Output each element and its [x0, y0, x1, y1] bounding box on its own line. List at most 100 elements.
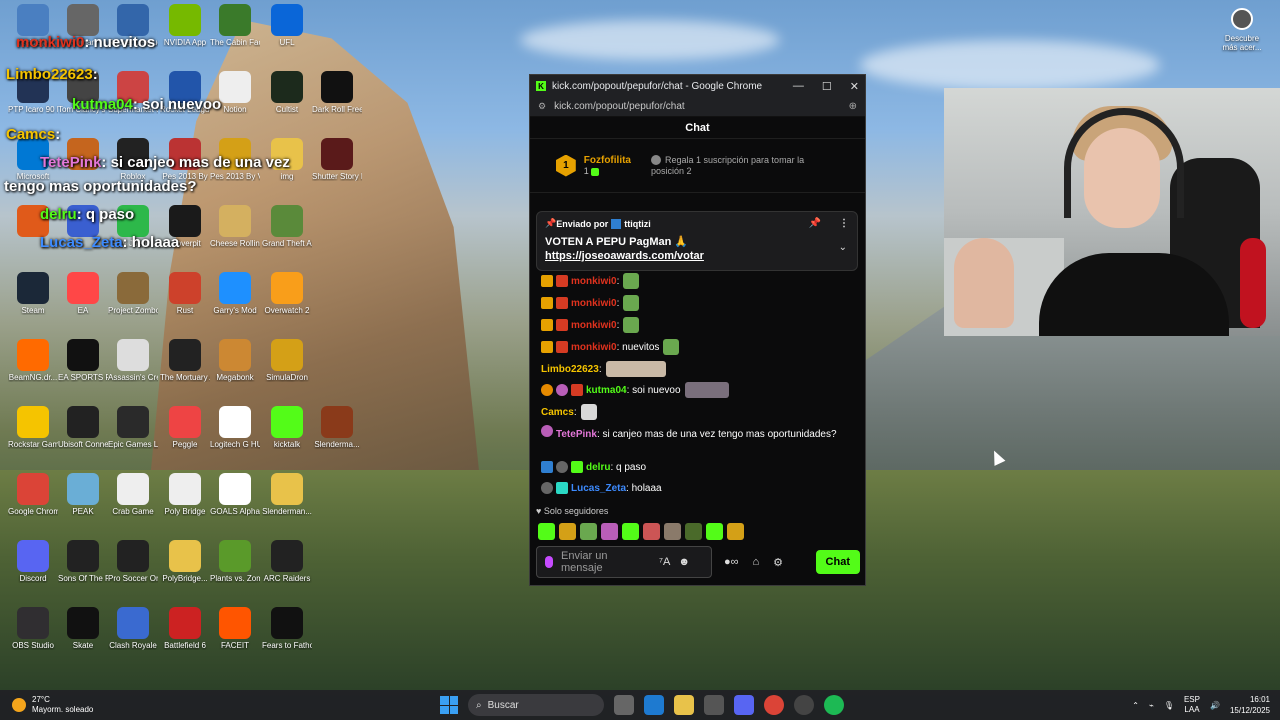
desktop-icon[interactable]: Google Chrome [8, 473, 58, 516]
leader-name[interactable]: Fozfofilita [584, 155, 631, 166]
desktop-icon[interactable]: Pro Soccer Online [108, 540, 158, 583]
volume-icon[interactable]: 🔊 [1210, 701, 1220, 710]
chrome-chat-window[interactable]: K kick.com/popout/pepufor/chat - Google … [529, 74, 866, 586]
window-titlebar[interactable]: K kick.com/popout/pepufor/chat - Google … [530, 75, 865, 97]
chat-username[interactable]: delru [586, 462, 610, 473]
desktop-icon[interactable]: Logitech G HUB [210, 406, 260, 449]
desktop-icon[interactable]: NVIDIA App [160, 4, 210, 47]
desktop-icon[interactable]: kicktalk [262, 406, 312, 449]
desktop-icon[interactable]: EA SPORTS FC 26 [58, 339, 108, 382]
discord-taskbar-icon[interactable] [734, 695, 754, 715]
desktop-icon[interactable]: Cheese Rolling [210, 205, 260, 248]
spotify-taskbar-icon[interactable] [824, 695, 844, 715]
quick-emote-row[interactable] [538, 523, 744, 540]
chat-message[interactable]: monkiwi0: [541, 317, 640, 333]
emote-button[interactable] [538, 523, 555, 540]
mic-tray-icon[interactable]: 🎙 [1164, 701, 1174, 710]
desktop-icon[interactable]: BeamNG.dr... [8, 339, 58, 382]
desktop-icon[interactable]: UFL [262, 4, 312, 47]
chat-message[interactable]: Limbo22623: [541, 361, 666, 377]
desktop-icon[interactable]: Epic Games Launcher [108, 406, 158, 449]
chat-username[interactable]: kutma04 [586, 385, 627, 396]
chat-message[interactable]: Lucas_Zeta: holaaa [541, 482, 662, 494]
minimize-button[interactable]: — [793, 80, 804, 93]
desktop-icon[interactable]: Cultist [262, 71, 312, 114]
chat-message[interactable]: delru: q paso [541, 461, 646, 473]
more-options-icon[interactable]: ⋮ [839, 218, 849, 229]
desktop-icon[interactable]: Garry's Mod [210, 272, 260, 315]
store-icon[interactable]: ⌂ [753, 556, 760, 569]
chat-message[interactable]: TetePink: si canjeo mas de una vez tengo… [541, 425, 841, 442]
pinned-message[interactable]: 📌 Enviado por ttiqtizi 📌 ⋮ VOTEN A PEPU … [536, 211, 858, 271]
chat-username[interactable]: monkiwi0 [571, 276, 617, 287]
emote-button[interactable] [580, 523, 597, 540]
start-button[interactable] [440, 696, 458, 714]
desktop-icon[interactable]: Grand Theft Auto V Ena... [262, 205, 312, 248]
chat-username[interactable]: monkiwi0 [571, 298, 617, 309]
desktop-icon[interactable]: Steam [8, 272, 58, 315]
desktop-icon[interactable]: ARC Raiders [262, 540, 312, 583]
close-button[interactable]: ✕ [850, 80, 859, 93]
chat-username[interactable]: monkiwi0 [571, 342, 617, 353]
desktop-icon[interactable]: Poly Bridge [160, 473, 210, 516]
desktop-icon[interactable]: FACEIT [210, 607, 260, 650]
unpin-icon[interactable]: 📌 [809, 218, 821, 229]
desktop-icon[interactable]: Fears to Fathom... [262, 607, 312, 650]
send-chat-button[interactable]: Chat [815, 550, 860, 574]
emote-button[interactable] [622, 523, 639, 540]
emoji-icon[interactable]: ☻ [678, 556, 690, 568]
network-icon[interactable]: ⌁ [1149, 701, 1154, 710]
desktop-icon[interactable]: Sons Of The Forest [58, 540, 108, 583]
obs-taskbar-icon[interactable] [794, 695, 814, 715]
desktop-icon[interactable]: The Mortuary Assistant [160, 339, 210, 382]
clock[interactable]: 16:01 15/12/2025 [1230, 694, 1270, 716]
chat-message[interactable]: monkiwi0: [541, 295, 640, 311]
desktop-icon[interactable]: Rust [160, 272, 210, 315]
desktop-icon[interactable]: PEAK [58, 473, 108, 516]
desktop-icon[interactable]: Discord [8, 540, 58, 583]
desktop-icon[interactable]: Shutter Story Demo [312, 138, 362, 181]
translate-icon[interactable]: ⁷A [659, 556, 670, 568]
desktop-icon[interactable]: PolyBridge... [160, 540, 210, 583]
desktop-icon[interactable]: SimulaDron [262, 339, 312, 382]
chat-username[interactable]: Limbo22623 [541, 364, 599, 375]
desktop-icon[interactable]: EA [58, 272, 108, 315]
desktop-icon[interactable]: Skate [58, 607, 108, 650]
emote-button[interactable] [643, 523, 660, 540]
expand-chevron-icon[interactable]: ⌄ [839, 242, 847, 253]
emote-button[interactable] [706, 523, 723, 540]
store-app-icon[interactable] [704, 695, 724, 715]
site-info-icon[interactable]: ⚙ [538, 101, 546, 112]
chat-message[interactable]: monkiwi0: [541, 273, 640, 289]
desktop-icon-discover[interactable]: Descubre más acer... [1222, 8, 1262, 52]
desktop-icon[interactable]: Clash Royale [108, 607, 158, 650]
edge-icon[interactable] [644, 695, 664, 715]
desktop-icon[interactable]: Overwatch 2 [262, 272, 312, 315]
task-view-icon[interactable] [614, 695, 634, 715]
microphone-icon[interactable] [545, 556, 553, 568]
zoom-icon[interactable]: ⊕ [849, 101, 857, 112]
chat-username[interactable]: monkiwi0 [571, 320, 617, 331]
taskbar-search[interactable]: ⌕ Buscar [468, 694, 604, 716]
desktop-icon[interactable]: Ubisoft Connect [58, 406, 108, 449]
address-bar[interactable]: ⚙ kick.com/popout/pepufor/chat ⊕ [530, 97, 865, 117]
emote-button[interactable] [559, 523, 576, 540]
chat-message[interactable]: monkiwi0: nuevitos [541, 339, 680, 355]
emote-button[interactable] [601, 523, 618, 540]
desktop-icon[interactable]: Dark Roll Free Kick Challe... [312, 71, 362, 114]
chevron-up-icon[interactable]: ⌃ [1132, 701, 1139, 710]
desktop-icon[interactable]: Assassin's Creed I [108, 339, 158, 382]
desktop-icon[interactable]: Peggle [160, 406, 210, 449]
pinned-sender[interactable]: ttiqtizi [624, 219, 651, 229]
desktop-icon[interactable]: Project Zomboid [108, 272, 158, 315]
gift-leaderboard[interactable]: 1 Fozfofilita 1 Regala 1 suscripción par… [530, 139, 865, 193]
settings-icon[interactable]: ⚙ [773, 556, 783, 569]
emote-button[interactable] [727, 523, 744, 540]
desktop-icon[interactable]: Battlefield 6 [160, 607, 210, 650]
emote-button[interactable] [664, 523, 681, 540]
file-explorer-icon[interactable] [674, 695, 694, 715]
chat-username[interactable]: Lucas_Zeta [571, 483, 626, 494]
weather-widget[interactable]: 27°C Mayorm. soleado [12, 695, 93, 715]
desktop-icon[interactable]: The Cabin Factory [210, 4, 260, 47]
desktop-icon[interactable]: Crab Game [108, 473, 158, 516]
